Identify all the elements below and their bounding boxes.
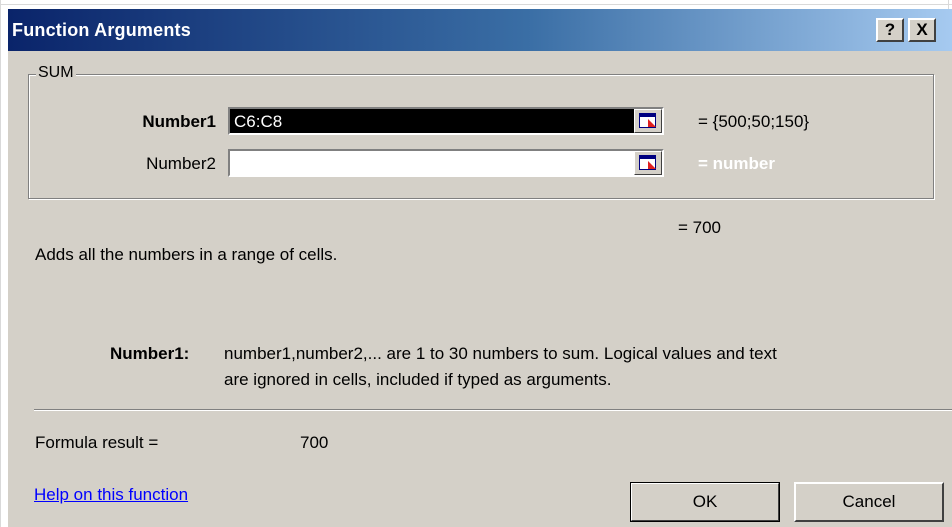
- number1-collapse-button[interactable]: [634, 109, 662, 133]
- help-button[interactable]: ?: [876, 18, 904, 42]
- function-name-label: SUM: [36, 64, 76, 82]
- formula-result-value: 700: [300, 433, 329, 452]
- cancel-button[interactable]: Cancel: [794, 482, 944, 522]
- window-title: Function Arguments: [12, 20, 191, 40]
- formula-result-label: Formula result =: [35, 433, 159, 452]
- argument-help-name: Number1:: [110, 344, 190, 363]
- argument-help-line1: number1,number2,... are 1 to 30 numbers …: [224, 344, 777, 363]
- function-result-preview: = 700: [678, 218, 722, 237]
- number2-label: Number2: [146, 154, 216, 173]
- ok-button[interactable]: OK: [630, 482, 780, 522]
- separator: [34, 409, 952, 411]
- number2-input[interactable]: [228, 149, 664, 177]
- number1-evaluated-value: = {500;50;150}: [698, 112, 810, 131]
- function-arguments-dialog: Function Arguments ? X SUM Number1 C6:C8…: [8, 9, 952, 527]
- argument-help-line2: are ignored in cells, included if typed …: [224, 370, 612, 389]
- number1-input[interactable]: C6:C8: [228, 107, 664, 135]
- number2-collapse-button[interactable]: [634, 151, 662, 175]
- arguments-group: [28, 74, 934, 199]
- sheet-gridline: [0, 0, 1, 527]
- close-button[interactable]: X: [908, 18, 936, 42]
- sheet-gridline: [0, 4, 952, 5]
- function-description: Adds all the numbers in a range of cells…: [35, 245, 338, 264]
- title-bar[interactable]: Function Arguments ? X: [8, 9, 952, 51]
- help-on-function-link[interactable]: Help on this function: [34, 485, 188, 505]
- number1-label: Number1: [142, 112, 216, 131]
- number2-evaluated-value: = number: [698, 154, 775, 173]
